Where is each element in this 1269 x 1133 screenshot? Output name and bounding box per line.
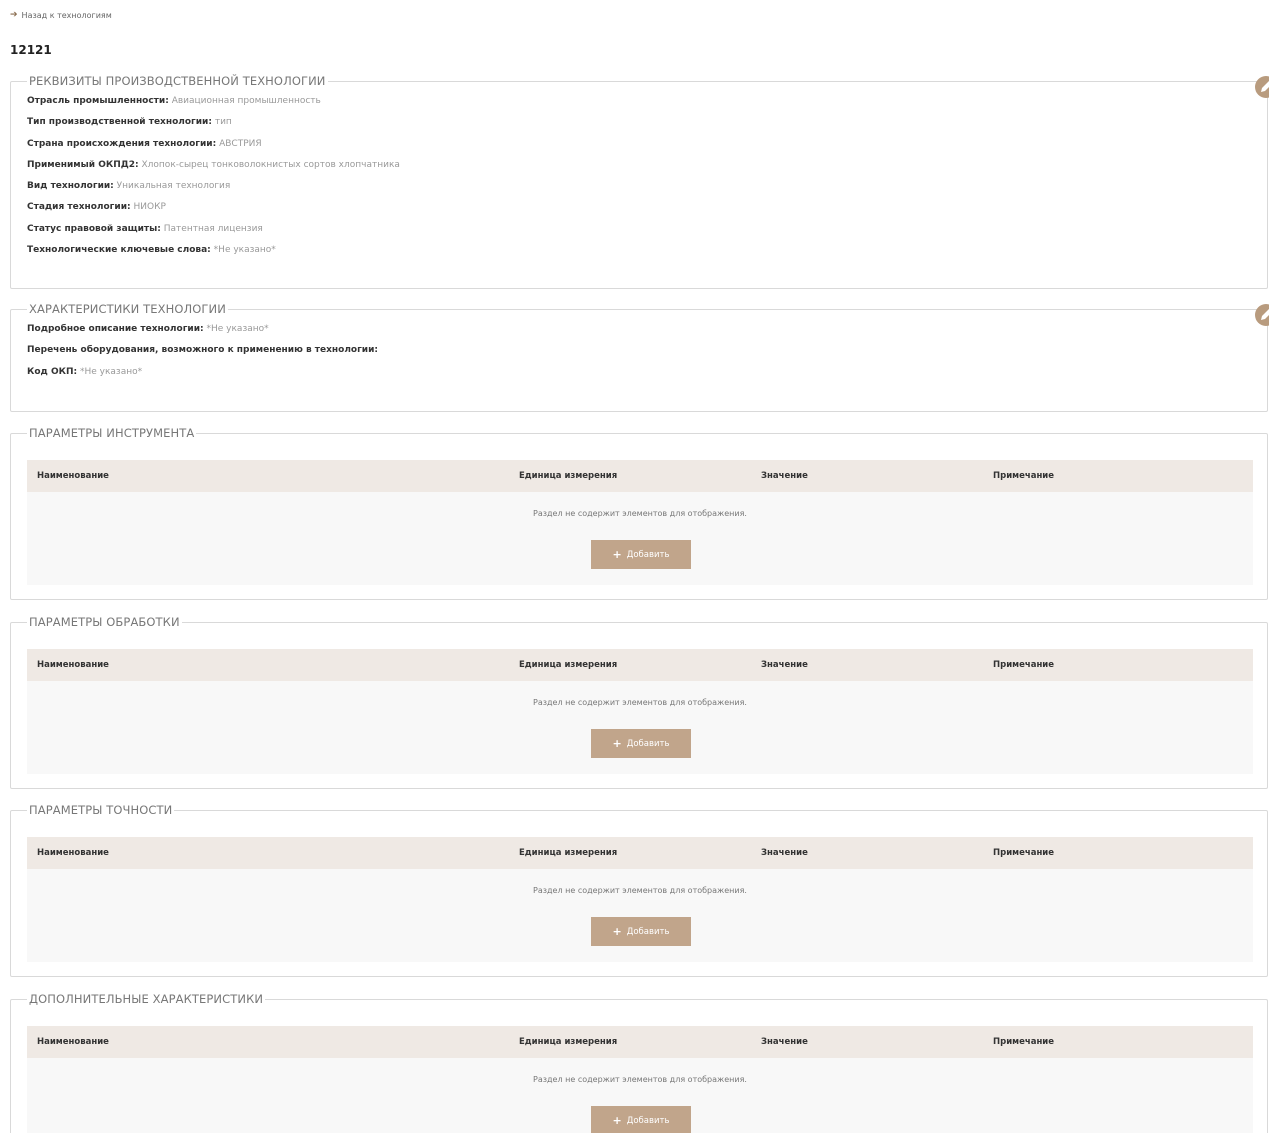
empty-message: Раздел не содержит элементов для отображ… (533, 509, 747, 518)
pencil-icon (1261, 81, 1269, 92)
additional-characteristics-section: ДОПОЛНИТЕЛЬНЫЕ ХАРАКТЕРИСТИКИ Наименован… (10, 992, 1268, 1133)
add-button-label: Добавить (626, 926, 670, 937)
add-button-label: Добавить (626, 549, 670, 560)
field-tech-type: Тип производственной технологии: тип (27, 117, 232, 128)
col-note[interactable]: Примечание (993, 848, 1054, 858)
add-button[interactable]: + Добавить (591, 729, 691, 758)
requisites-fields: Отрасль промышленности: Авиационная пром… (27, 91, 1251, 261)
empty-message: Раздел не содержит элементов для отображ… (533, 1075, 747, 1084)
edit-characteristics-button[interactable] (1255, 304, 1269, 326)
plus-icon: + (612, 548, 622, 561)
processing-params-legend: ПАРАМЕТРЫ ОБРАБОТКИ (29, 615, 180, 629)
col-value[interactable]: Значение (761, 660, 808, 670)
col-name[interactable]: Наименование (37, 660, 109, 670)
processing-params-section: ПАРАМЕТРЫ ОБРАБОТКИ Наименование Единица… (10, 615, 1268, 789)
field-tech-kind: Вид технологии: Уникальная технология (27, 181, 231, 192)
params-table: Наименование Единица измерения Значение … (27, 837, 1253, 962)
table-body: Раздел не содержит элементов для отображ… (27, 869, 1253, 962)
params-table: Наименование Единица измерения Значение … (27, 1026, 1253, 1133)
characteristics-section: ХАРАКТЕРИСТИКИ ТЕХНОЛОГИИ Подробное опис… (10, 302, 1269, 412)
arrow-left-icon: ➔ (10, 10, 18, 20)
col-name[interactable]: Наименование (37, 848, 109, 858)
edit-requisites-button[interactable] (1255, 76, 1269, 98)
add-button-label: Добавить (626, 1115, 670, 1126)
field-legal-status: Статус правовой защиты: Патентная лиценз… (27, 223, 263, 234)
tool-params-section: ПАРАМЕТРЫ ИНСТРУМЕНТА Наименование Едини… (10, 426, 1268, 600)
table-header: Наименование Единица измерения Значение … (27, 460, 1253, 492)
field-description: Подробное описание технологии: *Не указа… (27, 324, 269, 334)
col-unit[interactable]: Единица измерения (519, 471, 617, 481)
plus-icon: + (612, 737, 622, 750)
tool-params-legend: ПАРАМЕТРЫ ИНСТРУМЕНТА (29, 426, 195, 440)
col-unit[interactable]: Единица измерения (519, 660, 617, 670)
precision-params-section: ПАРАМЕТРЫ ТОЧНОСТИ Наименование Единица … (10, 803, 1268, 977)
field-tech-stage: Стадия технологии: НИОКР (27, 202, 166, 213)
table-body: Раздел не содержит элементов для отображ… (27, 681, 1253, 774)
precision-params-legend: ПАРАМЕТРЫ ТОЧНОСТИ (29, 803, 173, 817)
additional-characteristics-legend: ДОПОЛНИТЕЛЬНЫЕ ХАРАКТЕРИСТИКИ (29, 992, 264, 1006)
back-to-technologies-link[interactable]: ➔ Назад к технологиям (10, 10, 112, 21)
requisites-legend: РЕКВИЗИТЫ ПРОИЗВОДСТВЕННОЙ ТЕХНОЛОГИИ (29, 74, 326, 88)
empty-message: Раздел не содержит элементов для отображ… (533, 698, 747, 707)
field-origin-country: Страна происхождения технологии: АВСТРИЯ (27, 138, 262, 149)
col-name[interactable]: Наименование (37, 471, 109, 481)
col-note[interactable]: Примечание (993, 660, 1054, 670)
table-body: Раздел не содержит элементов для отображ… (27, 492, 1253, 585)
add-button[interactable]: + Добавить (591, 917, 691, 946)
technology-details-page: ➔ Назад к технологиям 12121 РЕКВИЗИТЫ ПР… (0, 0, 1269, 1133)
col-note[interactable]: Примечание (993, 1037, 1054, 1047)
characteristics-legend: ХАРАКТЕРИСТИКИ ТЕХНОЛОГИИ (29, 302, 226, 316)
params-table: Наименование Единица измерения Значение … (27, 460, 1253, 585)
field-industry: Отрасль промышленности: Авиационная пром… (27, 96, 321, 106)
add-button[interactable]: + Добавить (591, 540, 691, 569)
field-okpd2: Применимый ОКПД2: Хлопок-сырец тонковоло… (27, 159, 400, 170)
add-button-label: Добавить (626, 738, 670, 749)
col-unit[interactable]: Единица измерения (519, 1037, 617, 1047)
field-keywords: Технологические ключевые слова: *Не указ… (27, 245, 276, 256)
col-note[interactable]: Примечание (993, 471, 1054, 481)
table-body: Раздел не содержит элементов для отображ… (27, 1058, 1253, 1133)
field-okp-code: Код ОКП: *Не указано* (27, 366, 143, 377)
add-button[interactable]: + Добавить (591, 1106, 691, 1133)
col-name[interactable]: Наименование (37, 1037, 109, 1047)
empty-message: Раздел не содержит элементов для отображ… (533, 886, 747, 895)
table-header: Наименование Единица измерения Значение … (27, 1026, 1253, 1058)
col-value[interactable]: Значение (761, 1037, 808, 1047)
requisites-section: РЕКВИЗИТЫ ПРОИЗВОДСТВЕННОЙ ТЕХНОЛОГИИ От… (10, 74, 1269, 289)
back-link-label: Назад к технологиям (21, 11, 112, 20)
characteristics-fields: Подробное описание технологии: *Не указа… (27, 319, 1251, 383)
plus-icon: + (612, 925, 622, 938)
plus-icon: + (612, 1114, 622, 1127)
col-value[interactable]: Значение (761, 848, 808, 858)
col-value[interactable]: Значение (761, 471, 808, 481)
page-title: 12121 (10, 43, 52, 57)
table-header: Наименование Единица измерения Значение … (27, 649, 1253, 681)
params-table: Наименование Единица измерения Значение … (27, 649, 1253, 774)
col-unit[interactable]: Единица измерения (519, 848, 617, 858)
pencil-icon (1261, 309, 1269, 320)
field-equipment: Перечень оборудования, возможного к прим… (27, 345, 379, 356)
table-header: Наименование Единица измерения Значение … (27, 837, 1253, 869)
